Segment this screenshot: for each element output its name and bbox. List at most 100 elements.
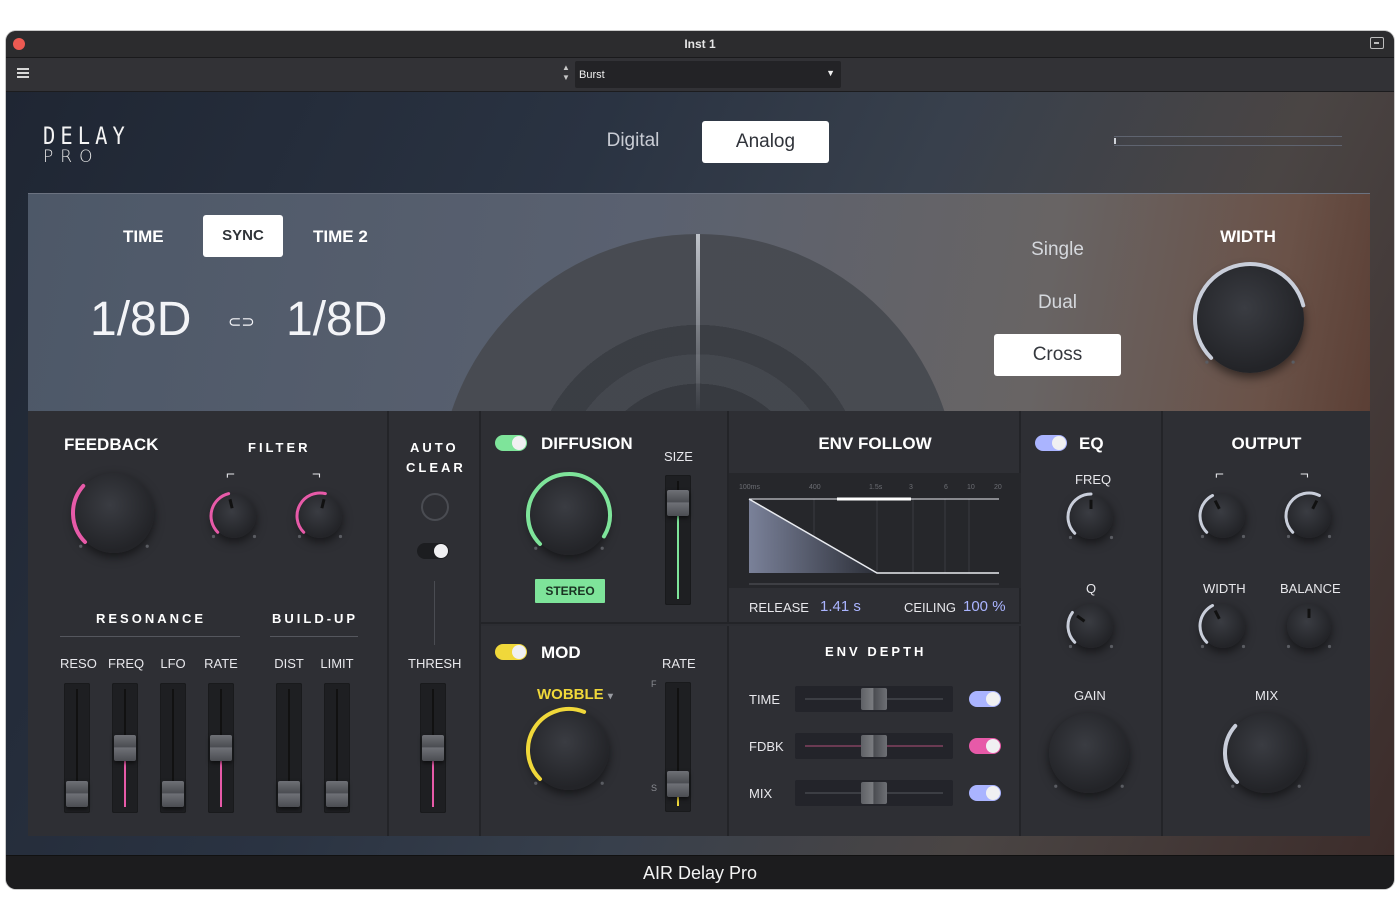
knob-indicator [1213, 499, 1221, 510]
auto-clear-toggle[interactable] [417, 543, 449, 559]
knob-arc [71, 483, 149, 548]
rate-fader[interactable] [665, 682, 691, 812]
filter-low-knob[interactable] [209, 492, 257, 539]
mod-knob[interactable] [526, 707, 609, 790]
fader-rate[interactable] [208, 683, 234, 813]
size-fader[interactable] [665, 475, 691, 605]
env-depth-label-time: TIME [749, 692, 781, 707]
link-icon[interactable]: ⊂⊃ [228, 312, 258, 331]
release-label: RELEASE [749, 600, 809, 615]
env-depth-slider-time[interactable] [795, 686, 953, 712]
knob-end-dot [600, 781, 604, 785]
width-knob[interactable] [1193, 262, 1306, 373]
slider-handle[interactable] [861, 735, 887, 757]
output-width-knob[interactable] [1198, 604, 1246, 649]
knob-arc [1223, 723, 1301, 788]
fader-reso[interactable] [64, 683, 90, 813]
diffusion-label: DIFFUSION [541, 434, 633, 453]
stepper-up-icon[interactable]: ▲ [560, 63, 572, 73]
knob-arc [1286, 608, 1332, 649]
time-value-right[interactable]: 1/8D [286, 292, 387, 347]
time-mode-button[interactable]: TIME [123, 227, 164, 247]
knob-end-dot [1109, 644, 1114, 649]
preset-stepper[interactable]: ▲ ▼ [560, 63, 572, 87]
fader-handle[interactable] [210, 735, 232, 761]
mode-single-button[interactable]: Single [994, 239, 1121, 261]
waveform-selector[interactable]: WOBBLE ▾ [537, 686, 613, 703]
output-lowcut-icon: ⌐ [1215, 466, 1224, 483]
menu-icon[interactable] [17, 68, 29, 78]
env-depth-toggle-time[interactable] [969, 691, 1001, 707]
output-highcut-knob[interactable] [1284, 491, 1332, 539]
env-depth-toggle-fdbk[interactable] [969, 738, 1001, 754]
slider-handle[interactable] [861, 782, 887, 804]
rate-label: RATE [662, 656, 696, 671]
env-depth-toggle-mix[interactable] [969, 785, 1001, 801]
diffusion-toggle[interactable] [495, 435, 527, 451]
fader-handle[interactable] [278, 781, 300, 807]
clear-reset-icon[interactable] [421, 493, 449, 521]
eq-freq-knob[interactable] [1066, 492, 1114, 540]
stereo-button[interactable]: STEREO [535, 579, 605, 603]
fader-handle[interactable] [326, 781, 348, 807]
time-value-left[interactable]: 1/8D [90, 292, 191, 347]
fader-handle[interactable] [162, 781, 184, 807]
env-depth-label: ENV DEPTH [825, 644, 927, 659]
knob-end-dot [1200, 644, 1205, 649]
knob-end-dot [1200, 534, 1205, 539]
mode-digital-button[interactable]: Digital [581, 130, 685, 152]
knob-end-dot [1291, 360, 1295, 364]
fader-limit[interactable] [324, 683, 350, 813]
fader-dist[interactable] [276, 683, 302, 813]
eq-toggle[interactable] [1035, 435, 1067, 451]
thresh-fader[interactable] [420, 683, 446, 813]
ceiling-value[interactable]: 100 % [963, 598, 1006, 615]
fader-handle[interactable] [667, 490, 689, 517]
mode-cross-button[interactable]: Cross [994, 334, 1121, 376]
eq-q-label: Q [1086, 581, 1097, 596]
lowcut-icon: ⌐ [226, 466, 235, 483]
fader-lfo[interactable] [160, 683, 186, 813]
eq-gain-knob[interactable] [1049, 713, 1129, 793]
release-value[interactable]: 1.41 s [820, 598, 861, 615]
mode-analog-button[interactable]: Analog [702, 121, 829, 163]
env-depth-slider-fdbk[interactable] [795, 733, 953, 759]
sync-mode-button[interactable]: SYNC [203, 215, 283, 257]
resonance-divider [60, 636, 240, 637]
env-axis-tick: 6 [944, 484, 948, 491]
diffusion-knob[interactable] [526, 472, 612, 555]
eq-q-knob[interactable] [1066, 604, 1114, 649]
fader-handle[interactable] [66, 781, 88, 807]
env-depth-slider-mix[interactable] [795, 780, 953, 806]
fader-freq[interactable] [112, 683, 138, 813]
mode-dual-button[interactable]: Dual [994, 292, 1121, 314]
output-mix-knob[interactable] [1223, 713, 1306, 793]
knob-end-dot [1327, 534, 1332, 539]
knob-value-arc [1223, 723, 1240, 784]
preset-selector[interactable]: Burst ▼ [575, 61, 841, 88]
mod-toggle[interactable] [495, 644, 527, 660]
knob-indicator [228, 498, 234, 509]
knob-value-arc [295, 491, 327, 534]
knob-end-dot [1297, 784, 1301, 788]
stepper-down-icon[interactable]: ▼ [560, 73, 572, 83]
expand-icon[interactable] [1370, 37, 1384, 49]
output-lowcut-knob[interactable] [1198, 494, 1246, 539]
knob-end-dot [1120, 784, 1124, 788]
slider-handle[interactable] [861, 688, 887, 710]
filter-high-knob[interactable] [295, 491, 343, 539]
fader-label-freq: FREQ [108, 656, 145, 671]
knob-value-arc [209, 492, 231, 534]
fader-handle[interactable] [667, 770, 689, 797]
output-balance-knob[interactable] [1286, 604, 1332, 649]
time2-mode-button[interactable]: TIME 2 [313, 227, 368, 247]
time-panel: TIME SYNC TIME 2 1/8D ⊂⊃ 1/8D Single Dua… [28, 193, 1370, 411]
fader-handle[interactable] [422, 735, 444, 761]
highcut-icon: ¬ [312, 466, 321, 483]
feedback-knob[interactable] [71, 473, 154, 553]
fader-handle[interactable] [114, 735, 136, 761]
rate-fast-label: F [651, 679, 657, 689]
env-graph[interactable]: 100ms 400 1.5s 3 6 10 20 [729, 473, 1021, 588]
knob-end-dot [534, 546, 538, 550]
fader-label-limit: LIMIT [320, 656, 354, 671]
